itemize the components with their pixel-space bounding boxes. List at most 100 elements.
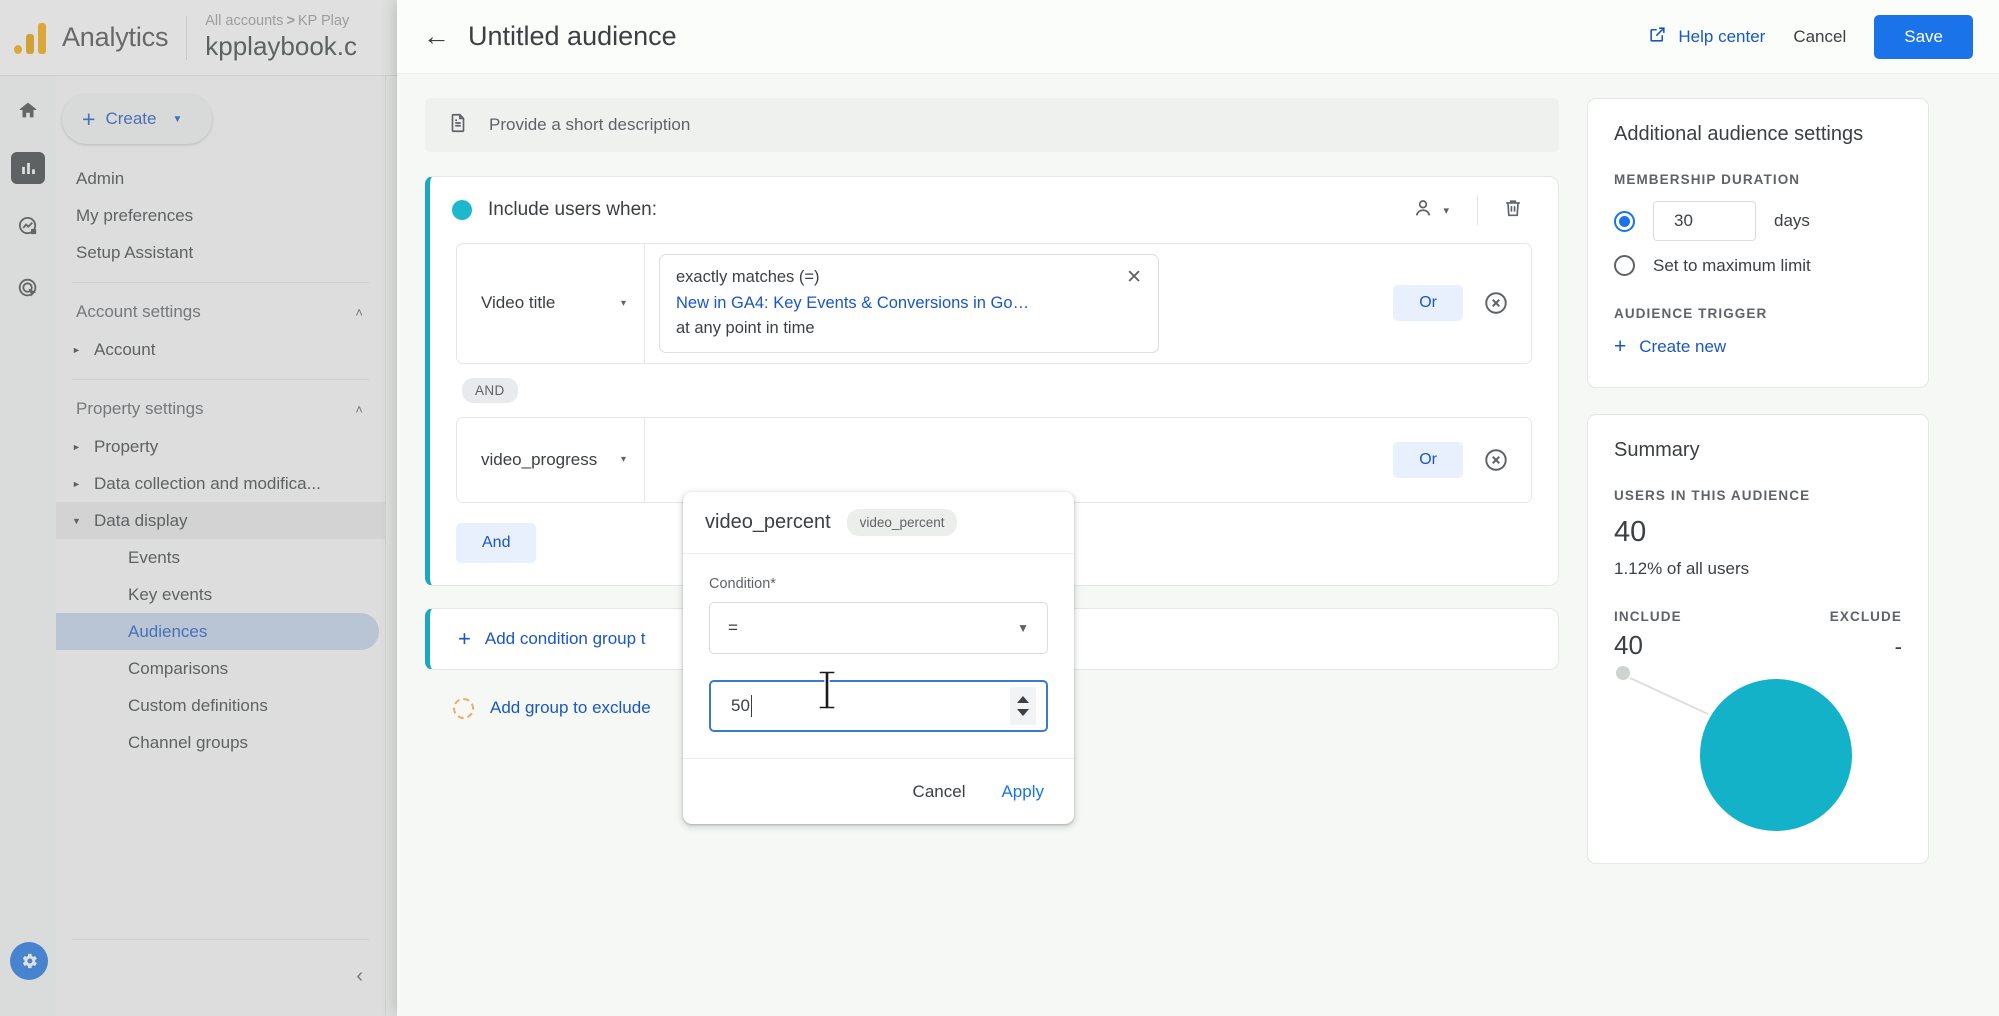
condition-dimension-label: Video title xyxy=(481,293,556,313)
duration-unit-label: days xyxy=(1774,211,1810,230)
spinner-up-arrow[interactable] xyxy=(1017,696,1029,703)
create-new-trigger-button[interactable]: + Create new xyxy=(1614,335,1902,359)
popover-body: Condition* = ▼ 50 xyxy=(683,554,1074,758)
person-icon xyxy=(1412,197,1434,224)
close-x-icon[interactable]: ✕ xyxy=(1126,265,1142,292)
builder-actions: Help center Cancel Save xyxy=(1648,14,1973,59)
additional-settings-title: Additional audience settings xyxy=(1614,123,1864,145)
page-title[interactable]: Untitled audience xyxy=(468,21,677,52)
audience-builder-panel: ← Untitled audience Help center Cancel S… xyxy=(397,0,1999,1016)
condition-value-lines: exactly matches (=) New in GA4: Key Even… xyxy=(676,265,1112,342)
condition-time-scope: at any point in time xyxy=(676,319,815,338)
venn-include-circle xyxy=(1700,678,1852,831)
include-exclude-values: 40 - xyxy=(1614,630,1902,661)
text-ibeam-cursor xyxy=(818,670,836,710)
condition-row-actions: Or xyxy=(1383,418,1531,502)
description-document-icon xyxy=(447,112,469,139)
number-spinner-icon[interactable] xyxy=(1010,687,1036,725)
help-center-link[interactable]: Help center xyxy=(1648,25,1765,49)
create-new-label: Create new xyxy=(1639,337,1727,356)
help-center-label: Help center xyxy=(1678,26,1766,46)
builder-side-column: Additional audience settings MEMBERSHIP … xyxy=(1587,98,1967,1016)
circle-close-icon[interactable] xyxy=(1483,447,1509,473)
video-percent-popover: video_percent video_percent Condition* =… xyxy=(683,492,1074,824)
tool-divider xyxy=(1477,195,1478,225)
exclude-value: - xyxy=(1894,633,1902,659)
users-percent-of-all: 1.12% of all users xyxy=(1614,558,1750,578)
popover-parameter-tag: video_percent xyxy=(846,509,958,536)
include-label: INCLUDE xyxy=(1614,608,1682,624)
and-button[interactable]: And xyxy=(456,522,537,563)
operator-select[interactable]: = ▼ xyxy=(709,602,1048,654)
spinner-down-arrow[interactable] xyxy=(1017,709,1029,716)
description-input[interactable]: Provide a short description xyxy=(425,98,1559,152)
operator-value: = xyxy=(728,618,738,637)
or-button[interactable]: Or xyxy=(1393,441,1463,478)
include-group-tools: ▾ xyxy=(1400,191,1532,230)
chevron-down-icon: ▾ xyxy=(620,454,626,466)
chevron-down-icon: ▾ xyxy=(1443,204,1449,217)
plus-icon: + xyxy=(458,625,471,651)
duration-days-input[interactable]: 30 xyxy=(1653,201,1756,241)
add-condition-group-label: Add condition group t xyxy=(484,628,646,648)
popover-title: video_percent xyxy=(705,511,831,533)
membership-duration-row: 30 days xyxy=(1614,201,1902,241)
description-placeholder: Provide a short description xyxy=(489,115,691,134)
condition-dimension-select[interactable]: video_progress ▾ xyxy=(457,417,645,502)
builder-body: Provide a short description Include user… xyxy=(397,74,1999,1016)
condition-value-text: New in GA4: Key Events & Conversions in … xyxy=(676,293,1030,312)
membership-duration-label: MEMBERSHIP DURATION xyxy=(1614,172,1801,187)
additional-settings-card: Additional audience settings MEMBERSHIP … xyxy=(1587,98,1929,388)
dashed-circle-icon xyxy=(453,697,474,719)
audience-trigger-label: AUDIENCE TRIGGER xyxy=(1614,306,1768,321)
condition-dimension-label: video_progress xyxy=(481,449,598,469)
venn-leader-line xyxy=(1629,676,1709,715)
popover-footer: Cancel Apply xyxy=(683,758,1074,824)
condition-dimension-select[interactable]: Video title ▾ xyxy=(457,244,645,363)
max-limit-row: Set to maximum limit xyxy=(1614,255,1902,276)
summary-card: Summary USERS IN THIS AUDIENCE 40 1.12% … xyxy=(1587,414,1929,864)
condition-value-area[interactable] xyxy=(645,418,1383,502)
include-value: 40 xyxy=(1614,629,1643,660)
chevron-down-icon: ▾ xyxy=(620,297,626,309)
condition-field-label: Condition* xyxy=(709,576,776,592)
users-in-audience-label: USERS IN THIS AUDIENCE xyxy=(1614,488,1811,503)
chevron-down-icon: ▼ xyxy=(1017,621,1029,635)
radio-max-limit[interactable] xyxy=(1614,255,1635,276)
users-in-audience-value: 40 xyxy=(1614,516,1647,548)
or-button[interactable]: Or xyxy=(1393,285,1463,322)
builder-header: ← Untitled audience Help center Cancel S… xyxy=(397,0,1999,74)
plus-icon: + xyxy=(1614,335,1627,358)
percent-value: 50 xyxy=(731,696,750,715)
percent-value-input[interactable]: 50 xyxy=(709,680,1048,732)
group-color-dot xyxy=(452,200,472,220)
popover-apply-button[interactable]: Apply xyxy=(1001,782,1044,802)
condition-row: Video title ▾ exactly matches (=) New in… xyxy=(456,243,1532,364)
include-users-label: Include users when: xyxy=(488,199,657,220)
popover-cancel-button[interactable]: Cancel xyxy=(913,782,966,802)
condition-value-chip[interactable]: exactly matches (=) New in GA4: Key Even… xyxy=(659,254,1159,353)
summary-title: Summary xyxy=(1614,439,1700,461)
popover-header: video_percent video_percent xyxy=(683,492,1074,554)
match-type-label: exactly matches (=) xyxy=(676,268,820,286)
cancel-button[interactable]: Cancel xyxy=(1793,27,1846,47)
text-caret xyxy=(750,695,753,717)
scope-selector-button[interactable]: ▾ xyxy=(1400,191,1461,230)
condition-row: video_progress ▾ Or xyxy=(456,416,1532,503)
max-limit-label: Set to maximum limit xyxy=(1653,255,1811,275)
radio-duration-days[interactable] xyxy=(1614,210,1635,232)
condition-row-actions: Or xyxy=(1383,244,1531,363)
exclude-label: EXCLUDE xyxy=(1829,608,1902,624)
include-group-header: Include users when: ▾ xyxy=(430,177,1558,243)
back-arrow-icon[interactable]: ← xyxy=(423,21,463,52)
audience-venn-diagram xyxy=(1614,665,1902,835)
circle-close-icon[interactable] xyxy=(1483,290,1509,316)
save-button[interactable]: Save xyxy=(1874,14,1973,59)
add-group-to-exclude-label: Add group to exclude xyxy=(490,698,651,718)
and-operator-pill: AND xyxy=(462,377,518,403)
include-exclude-headers: INCLUDE EXCLUDE xyxy=(1614,609,1902,624)
external-link-icon xyxy=(1648,25,1667,49)
trash-icon[interactable] xyxy=(1494,191,1532,230)
condition-value-area: exactly matches (=) New in GA4: Key Even… xyxy=(645,244,1383,363)
venn-leader-dot xyxy=(1616,665,1630,680)
